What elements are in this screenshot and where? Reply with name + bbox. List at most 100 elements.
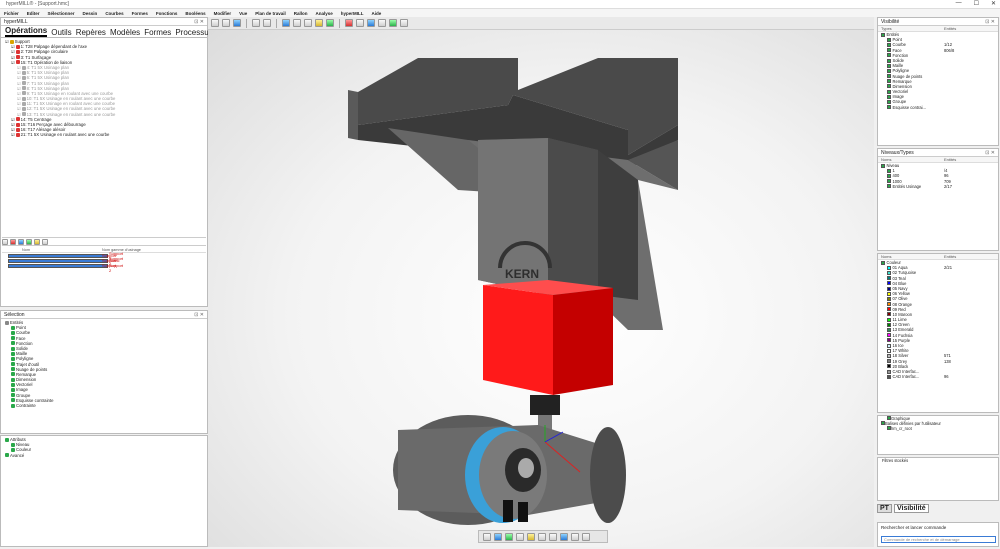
menu-item[interactable]: Modifier — [214, 11, 232, 16]
pin-icon[interactable]: ⊡ ✕ — [194, 18, 204, 26]
menu-item[interactable]: Formes — [132, 11, 148, 16]
operation-tree: ☑ Support ☑ 1: T28 Palpage dépendant de l'a… — [1, 38, 207, 138]
maximize-button[interactable]: ☐ — [974, 0, 979, 7]
stored-filters[interactable]: Filtres stockés — [878, 458, 998, 463]
color-swatch — [887, 312, 891, 317]
new-operation-icon[interactable] — [2, 238, 8, 245]
simulate-icon[interactable] — [26, 238, 32, 245]
menu-item[interactable]: Sélectionner — [48, 11, 75, 16]
operation-icon — [21, 75, 26, 80]
visible-icon — [887, 37, 891, 42]
new-file-icon[interactable] — [211, 19, 219, 27]
brand-label: KERN — [505, 267, 539, 281]
col-types: Types — [881, 26, 892, 31]
visible-icon — [887, 173, 891, 178]
view-cube-icon[interactable] — [282, 19, 290, 27]
tab-2[interactable]: Repères — [76, 28, 106, 37]
toolbar-separator — [246, 18, 247, 28]
list-row[interactable]: CAD Interfac... 96 — [878, 374, 998, 379]
filter-icon[interactable] — [42, 238, 48, 245]
shading-icon[interactable] — [356, 19, 364, 27]
minimize-button[interactable]: — — [956, 0, 962, 7]
zoom-icon[interactable] — [293, 19, 301, 27]
col-entities: Entités — [944, 26, 957, 31]
section-icon[interactable] — [378, 19, 386, 27]
settings-icon[interactable] — [582, 532, 590, 541]
attributes-tree: Attributs Niveau Couleur Avancé — [1, 436, 207, 458]
tab-3[interactable]: Modèles — [110, 28, 140, 37]
filter-icon — [11, 341, 15, 346]
view-left-icon[interactable] — [527, 532, 535, 541]
pin-icon[interactable]: ⊡ ✕ — [985, 18, 995, 26]
view-top-icon[interactable] — [505, 532, 513, 541]
grid-icon[interactable] — [560, 532, 568, 541]
snap-icon[interactable] — [571, 532, 579, 541]
menu-item[interactable]: Courbes — [105, 11, 123, 16]
fit-view-icon[interactable] — [326, 19, 334, 27]
pan-icon[interactable] — [304, 19, 312, 27]
view-iso-icon[interactable] — [494, 532, 502, 541]
menu-item[interactable]: Analyse — [315, 11, 332, 16]
menu-item[interactable]: Dessin — [83, 11, 98, 16]
measure-icon[interactable] — [389, 19, 397, 27]
stock-icon — [8, 263, 108, 268]
pin-icon[interactable]: ⊡ ✕ — [985, 149, 995, 157]
render-mode-icon[interactable] — [538, 532, 546, 541]
perspective-icon[interactable] — [549, 532, 557, 541]
levels-header: Niveaux/Types ⊡ ✕ — [878, 149, 998, 157]
visible-icon — [887, 42, 891, 47]
rotate-icon[interactable] — [315, 19, 323, 27]
simulation-icon[interactable] — [345, 19, 353, 27]
command-search-input[interactable]: Commande de recherche et de démarrage — [881, 536, 996, 543]
view-front-icon[interactable] — [483, 532, 491, 541]
menu-item[interactable]: Vue — [239, 11, 247, 16]
tab-pt[interactable]: PT — [877, 504, 892, 513]
menu-item[interactable]: Rallon — [294, 11, 308, 16]
operation-row[interactable]: ☑ 21: T1 5X Usinage en roulant avec une c… — [3, 132, 207, 137]
menu-item[interactable]: Plan de travail — [255, 11, 286, 16]
row-count: 806/8 — [944, 47, 955, 53]
pin-icon[interactable]: ⊡ ✕ — [194, 311, 204, 319]
selection-item[interactable]: Contrainte — [3, 403, 207, 408]
menu-item[interactable]: Editer — [27, 11, 40, 16]
undo-icon[interactable] — [252, 19, 260, 27]
stock-icon — [8, 253, 108, 258]
calculate-icon[interactable] — [18, 238, 24, 245]
tab-4[interactable]: Formes — [144, 28, 171, 37]
menu-item[interactable]: hyperMILL — [341, 11, 364, 16]
tab-1[interactable]: Outils — [51, 28, 71, 37]
attribute-item[interactable]: Avancé — [3, 453, 207, 458]
checkbox-icon[interactable]: ☑ — [11, 60, 15, 65]
open-file-icon[interactable] — [222, 19, 230, 27]
postprocess-icon[interactable] — [34, 238, 40, 245]
filter-icon — [11, 362, 15, 367]
layers-icon[interactable] — [400, 19, 408, 27]
menu-item[interactable]: Booléens — [185, 11, 205, 16]
3d-viewport[interactable]: KERN — [208, 30, 874, 547]
checkbox-icon[interactable]: ☑ — [5, 39, 9, 44]
filter-icon — [11, 442, 15, 447]
operation-label: 21: T1 5X Usinage en roulant avec une co… — [20, 132, 110, 138]
wireframe-icon[interactable] — [367, 19, 375, 27]
tab-0[interactable]: Opérations — [5, 26, 48, 37]
save-icon[interactable] — [233, 19, 241, 27]
visibility-list: Entités Point Courbe 1/12 Face 806/8 Fonction S… — [878, 32, 998, 110]
filter-icon — [11, 388, 15, 393]
object-row[interactable]: hm_cr_root — [878, 426, 998, 431]
menu-item[interactable]: Aide — [372, 11, 382, 16]
checkbox-icon[interactable]: ☑ — [11, 132, 15, 137]
tab-visibility[interactable]: Visibilité — [893, 504, 929, 513]
attributes-panel: Attributs Niveau Couleur Avancé — [0, 435, 208, 547]
visible-icon — [881, 163, 885, 168]
close-button[interactable]: ✕ — [991, 0, 996, 7]
list-row[interactable]: Esquisse contrai... — [878, 105, 998, 110]
redo-icon[interactable] — [263, 19, 271, 27]
colors-list: Couleur 01 Aqua 2/21 02 Turquoise 03 Teal 04 … — [878, 260, 998, 379]
delete-icon[interactable] — [10, 238, 16, 245]
menu-item[interactable]: Fonctions — [156, 11, 178, 16]
list-row[interactable]: Entités Usinage 2/17 — [878, 184, 998, 189]
view-right-icon[interactable] — [516, 532, 524, 541]
menu-item[interactable]: Fichier — [4, 11, 19, 16]
stock-row[interactable]: Stock: Support 2 Support — [2, 258, 206, 273]
operation-icon — [15, 127, 20, 132]
